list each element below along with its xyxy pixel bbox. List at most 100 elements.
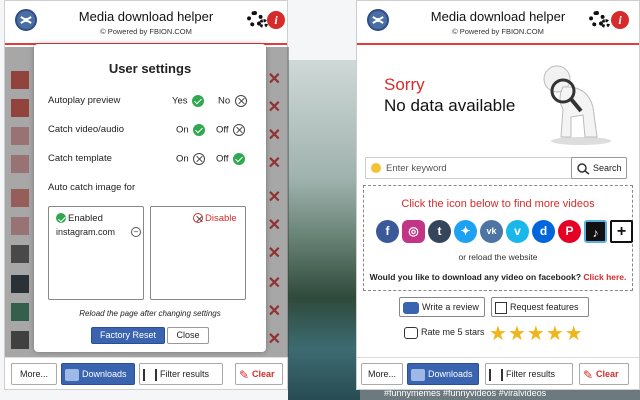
setting-label: Catch video/audio [48,124,125,135]
pinterest-icon[interactable]: P [558,220,581,243]
downloads-label: Downloads [82,369,127,379]
option-off[interactable]: Off [216,124,246,136]
filter-results-button[interactable]: Filter results [139,363,223,385]
downloads-button[interactable]: Downloads [61,363,135,385]
vk-icon[interactable]: vk [480,220,503,243]
search-button-label: Search [593,163,622,173]
settings-dialog: User settings Autoplay preview Yes No Ca… [34,44,266,352]
background-video-frame [288,60,360,400]
option-label: Off [216,153,229,165]
dialog-title: User settings [108,61,192,76]
empty-message: No data available [384,96,516,115]
filter-label: Filter results [160,369,210,379]
request-features-label: Request features [510,302,579,312]
setting-row-catch-template: Catch template On Off [48,153,252,167]
search-button[interactable]: Search [571,157,627,179]
request-features-button[interactable]: Request features [491,297,589,317]
unchecked-icon [233,124,246,136]
rating-stars[interactable]: ★★★★★ [489,321,584,346]
downloads-button[interactable]: Downloads [407,363,479,385]
empty-title: Sorry [384,75,425,94]
option-label: Off [216,124,229,136]
star-icon[interactable]: ★ [508,323,527,345]
header: Media download helper © Powered by FBION… [357,1,639,45]
feature-request-icon [495,301,507,314]
rate-label: Rate me 5 stars [421,327,485,337]
star-icon[interactable]: ★ [565,323,584,345]
download-hand-icon [65,368,79,381]
facebook-click-link[interactable]: Click here. [583,272,626,282]
write-review-button[interactable]: Write a review [399,297,485,317]
reload-website-text: or reload the website [458,252,538,262]
clear-button[interactable]: ✎ Clear [579,363,629,385]
vimeo-icon[interactable]: v [506,220,529,243]
unchecked-icon [234,95,247,107]
filter-sliders-icon [143,368,157,381]
thumbs-up-icon [404,326,418,339]
remove-site-icon[interactable]: – [131,227,141,237]
enabled-label: Enabled [68,213,103,224]
facebook-question: Would you like to download any video on … [369,272,582,282]
close-button[interactable]: Close [167,327,209,344]
instagram-icon[interactable]: ◎ [402,220,425,243]
search-icon [577,162,590,175]
unchecked-icon [193,153,206,165]
footer-toolbar: More... Downloads Filter results ✎ Clear [5,357,287,389]
reload-note: Reload the page after changing settings [79,309,221,318]
more-button[interactable]: More... [361,363,403,385]
option-label: No [218,95,231,107]
star-icon[interactable]: ★ [489,323,508,345]
facebook-prompt: Would you like to download any video on … [364,272,632,282]
option-on[interactable]: On [176,153,206,165]
factory-reset-button[interactable]: Factory Reset [91,327,165,344]
checked-icon [56,213,66,224]
site-name: instagram.com [56,227,116,237]
app-title: Media download helper [78,9,214,24]
footer-toolbar: More... Downloads Filter results ✎ Clear [357,357,639,389]
download-hand-icon [411,368,425,381]
broom-icon: ✎ [583,367,594,382]
checked-icon [193,124,206,136]
app-subtitle: © Powered by FBION.COM [100,27,192,36]
option-on[interactable]: On [176,124,206,136]
option-off[interactable]: Off [216,153,246,165]
option-no[interactable]: No [218,95,247,107]
option-label: On [176,124,189,136]
site-links-heading: Click the icon below to find more videos [401,198,595,210]
tiktok-icon[interactable]: ♪ [584,220,607,243]
add-site-icon[interactable]: + [610,220,633,243]
option-label: On [176,153,189,165]
disable-label: Disable [205,213,237,224]
magnifier-figure-icon [543,65,611,145]
speech-bubble-icon [403,301,419,314]
auto-catch-heading: Auto catch image for [48,182,252,196]
enabled-header: Enabled [56,213,103,224]
option-yes[interactable]: Yes [172,95,205,107]
tumblr-icon[interactable]: t [428,220,451,243]
clear-button[interactable]: ✎ Clear [235,363,283,385]
rate-prompt: Rate me 5 stars [401,325,485,339]
filter-sliders-icon [489,368,503,381]
star-icon[interactable]: ★ [527,323,546,345]
info-icon[interactable]: i [267,11,285,29]
enabled-sites-box: Enabled instagram.com – [48,206,144,300]
disable-header: Disable [193,213,237,224]
more-button[interactable]: More... [11,363,57,385]
filter-results-button[interactable]: Filter results [485,363,573,385]
setting-label: Autoplay preview [48,95,121,106]
filter-label: Filter results [506,369,556,379]
option-label: Yes [172,95,188,107]
dailymotion-icon[interactable]: d [532,220,555,243]
disabled-sites-box: Disable [150,206,246,300]
search-bar: Enter keyword Search [357,157,637,179]
thinking-face-icon [371,163,381,173]
header: Media download helper © Powered by FBION… [5,1,287,45]
search-input[interactable]: Enter keyword [365,157,579,179]
facebook-icon[interactable]: f [376,220,399,243]
info-icon[interactable]: i [611,11,629,29]
checked-icon [192,95,205,107]
twitter-icon[interactable]: ✦ [454,220,477,243]
enabled-site-item[interactable]: instagram.com [56,227,115,237]
setting-row-autoplay: Autoplay preview Yes No [48,95,252,109]
star-icon[interactable]: ★ [546,323,565,345]
